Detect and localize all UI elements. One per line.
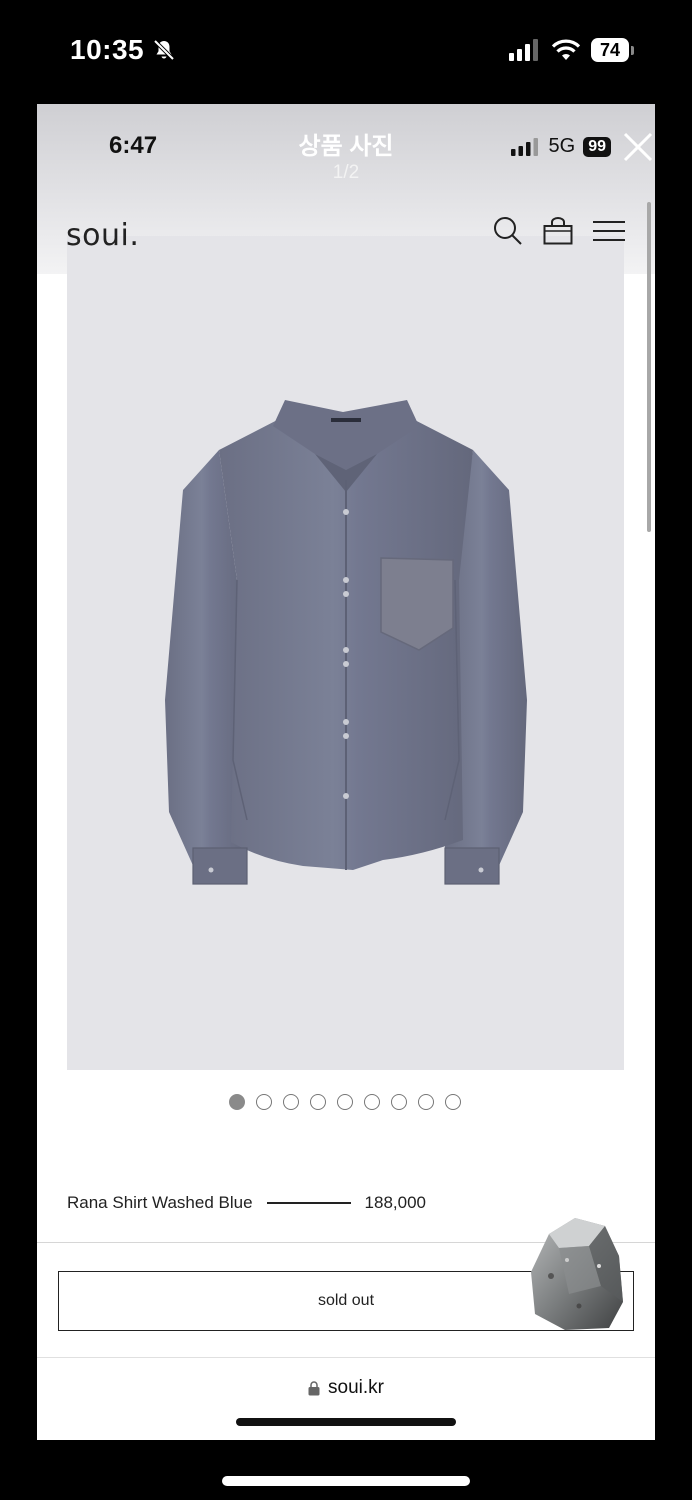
network-label: 5G bbox=[548, 135, 576, 157]
outer-time-text: 10:35 bbox=[70, 34, 145, 65]
battery-level: 74 bbox=[591, 38, 629, 62]
gallery-dot[interactable] bbox=[445, 1094, 461, 1110]
divider bbox=[37, 1357, 655, 1358]
outer-time: 10:35 bbox=[70, 34, 176, 66]
brand-logo[interactable]: soui. bbox=[66, 218, 139, 253]
product-price: 188,000 bbox=[364, 1193, 426, 1212]
signal-icon bbox=[510, 137, 538, 156]
gallery-dot[interactable] bbox=[256, 1094, 272, 1110]
search-icon[interactable] bbox=[493, 216, 523, 246]
bell-slash-icon bbox=[153, 39, 175, 61]
wifi-icon bbox=[551, 39, 581, 60]
gallery-dot[interactable] bbox=[229, 1094, 245, 1110]
name-price-divider bbox=[266, 1202, 351, 1204]
product-name: Rana Shirt Washed Blue bbox=[67, 1193, 253, 1212]
sold-out-label: sold out bbox=[317, 1292, 375, 1309]
battery-icon: 74 bbox=[591, 38, 634, 62]
lock-icon bbox=[308, 1380, 320, 1395]
inner-battery: 99 bbox=[583, 136, 611, 157]
url-text: soui.kr bbox=[328, 1377, 384, 1398]
scrollbar[interactable] bbox=[647, 202, 651, 532]
viewer-counter: 1/2 bbox=[332, 162, 360, 183]
rock-sticker bbox=[531, 1218, 623, 1330]
product-info: Rana Shirt Washed Blue 188,000 bbox=[67, 1193, 627, 1213]
gallery-dot[interactable] bbox=[283, 1094, 299, 1110]
bag-icon[interactable] bbox=[543, 217, 573, 245]
captured-screenshot: 6:47 상품 사진 1/2 5G 99 soui. Rana Shirt Wa… bbox=[37, 104, 655, 1440]
home-indicator[interactable] bbox=[222, 1476, 470, 1486]
menu-icon[interactable] bbox=[593, 220, 625, 242]
gallery-dot[interactable] bbox=[337, 1094, 353, 1110]
inner-status-icons: 5G 99 bbox=[510, 135, 611, 158]
inner-home-indicator bbox=[236, 1418, 456, 1426]
close-icon[interactable] bbox=[621, 130, 655, 164]
signal-icon bbox=[509, 39, 538, 61]
gallery-dot[interactable] bbox=[391, 1094, 407, 1110]
gallery-pagination bbox=[229, 1094, 461, 1110]
gallery-dot[interactable] bbox=[364, 1094, 380, 1110]
browser-url-bar[interactable]: soui.kr bbox=[37, 1368, 655, 1408]
outer-status-bar: 10:35 74 bbox=[0, 0, 692, 104]
product-photo[interactable] bbox=[67, 236, 624, 1070]
site-nav-icons bbox=[493, 216, 625, 246]
gallery-dot[interactable] bbox=[310, 1094, 326, 1110]
gallery-dot[interactable] bbox=[418, 1094, 434, 1110]
shirt-image bbox=[165, 400, 527, 885]
